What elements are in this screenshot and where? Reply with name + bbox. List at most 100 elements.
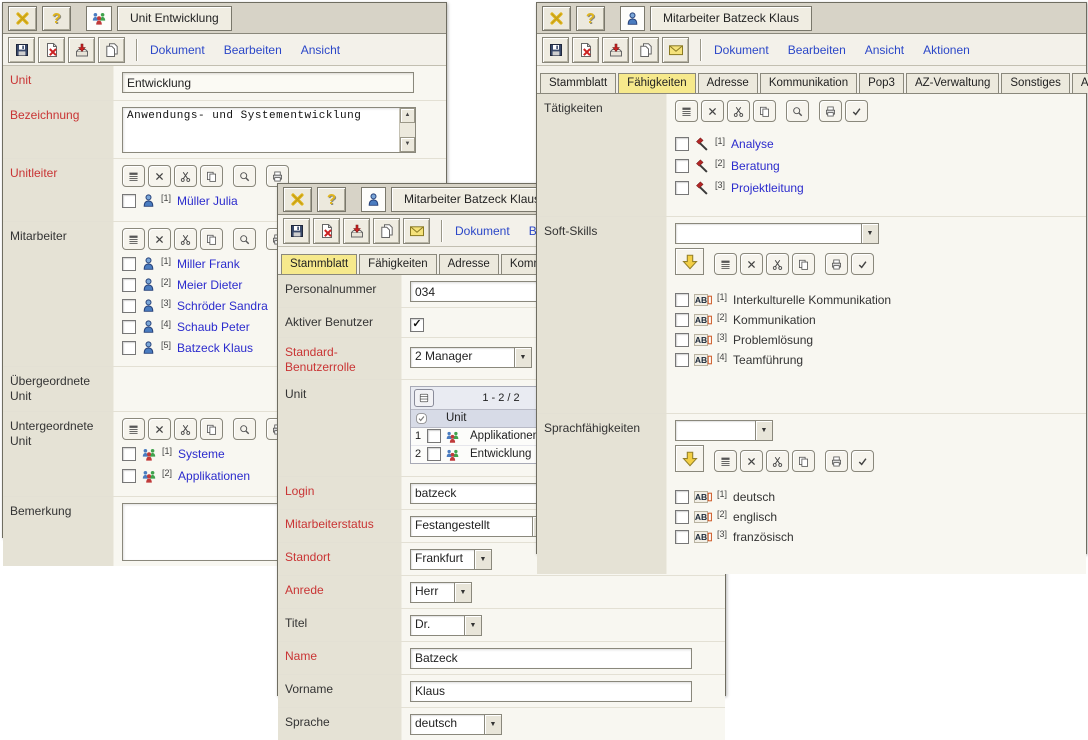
cut-button[interactable] bbox=[174, 418, 197, 440]
item-label[interactable]: Teamführung bbox=[733, 353, 803, 367]
item-label[interactable]: deutsch bbox=[733, 490, 775, 504]
print-button[interactable] bbox=[819, 100, 842, 122]
help-button[interactable]: ? bbox=[42, 6, 71, 31]
item-checkbox[interactable] bbox=[122, 299, 136, 313]
item-checkbox[interactable] bbox=[675, 159, 689, 173]
copy-button[interactable] bbox=[200, 165, 223, 187]
delete-button[interactable] bbox=[313, 218, 340, 244]
cut-button[interactable] bbox=[766, 450, 789, 472]
menu-ansicht[interactable]: Ansicht bbox=[301, 43, 340, 57]
cut-button[interactable] bbox=[727, 100, 750, 122]
chevron-down-icon[interactable]: ▼ bbox=[474, 550, 491, 569]
item-label[interactable]: französisch bbox=[733, 530, 794, 544]
remove-button[interactable] bbox=[701, 100, 724, 122]
item-checkbox[interactable] bbox=[122, 320, 136, 334]
cut-button[interactable] bbox=[174, 165, 197, 187]
delete-button[interactable] bbox=[572, 37, 599, 63]
soft-skills-select[interactable]: ▼ bbox=[675, 223, 879, 244]
titel-select[interactable]: Dr.▼ bbox=[410, 615, 482, 636]
scroll-down-icon[interactable]: ▼ bbox=[400, 137, 415, 152]
add-selected-button[interactable] bbox=[675, 445, 704, 472]
list-button[interactable] bbox=[122, 228, 145, 250]
chevron-down-icon[interactable]: ▼ bbox=[454, 583, 471, 602]
item-link[interactable]: Miller Frank bbox=[177, 257, 240, 271]
search-button[interactable] bbox=[233, 418, 256, 440]
menu-bearbeiten[interactable]: Bearbeiten bbox=[224, 43, 282, 57]
item-checkbox[interactable] bbox=[122, 194, 136, 208]
item-link[interactable]: Batzeck Klaus bbox=[177, 341, 253, 355]
item-checkbox[interactable] bbox=[675, 313, 689, 327]
scroll-up-icon[interactable]: ▲ bbox=[400, 108, 415, 123]
chevron-down-icon[interactable]: ▼ bbox=[755, 421, 772, 440]
list-button[interactable] bbox=[675, 100, 698, 122]
tab-pop3[interactable]: Pop3 bbox=[859, 73, 904, 93]
tab-kommunikation[interactable]: Kommunikation bbox=[760, 73, 857, 93]
anrede-select[interactable]: Herr▼ bbox=[410, 582, 472, 603]
chevron-down-icon[interactable]: ▼ bbox=[514, 348, 531, 367]
benutzerrolle-select[interactable]: 2 Manager▼ bbox=[410, 347, 532, 368]
save-button[interactable] bbox=[283, 218, 310, 244]
list-button[interactable] bbox=[714, 253, 737, 275]
tab-faehigkeiten[interactable]: Fähigkeiten bbox=[359, 254, 436, 274]
standort-select[interactable]: Frankfurt▼ bbox=[410, 549, 492, 570]
menu-dokument[interactable]: Dokument bbox=[714, 43, 769, 57]
sprache-select[interactable]: deutsch▼ bbox=[410, 714, 502, 735]
row-checkbox[interactable] bbox=[427, 429, 441, 443]
print-button[interactable] bbox=[825, 450, 848, 472]
item-checkbox[interactable] bbox=[122, 257, 136, 271]
close-button[interactable] bbox=[542, 6, 571, 31]
table-list-button[interactable] bbox=[414, 389, 434, 407]
item-checkbox[interactable] bbox=[675, 530, 689, 544]
close-button[interactable] bbox=[283, 187, 312, 212]
menu-dokument[interactable]: Dokument bbox=[455, 224, 510, 238]
item-link[interactable]: Schaub Peter bbox=[177, 320, 250, 334]
remove-button[interactable] bbox=[740, 450, 763, 472]
copy-button[interactable] bbox=[373, 218, 400, 244]
tab-adresse[interactable]: Adresse bbox=[439, 254, 499, 274]
row-label[interactable]: Entwicklung bbox=[464, 448, 531, 460]
search-button[interactable] bbox=[786, 100, 809, 122]
unit-input[interactable] bbox=[122, 72, 414, 93]
item-checkbox[interactable] bbox=[675, 333, 689, 347]
copy-button[interactable] bbox=[98, 37, 125, 63]
mail-button[interactable] bbox=[662, 37, 689, 63]
help-button[interactable]: ? bbox=[576, 6, 605, 31]
chevron-down-icon[interactable]: ▼ bbox=[464, 616, 481, 635]
cut-button[interactable] bbox=[766, 253, 789, 275]
check-button[interactable] bbox=[845, 100, 868, 122]
item-link[interactable]: Projektleitung bbox=[731, 181, 804, 195]
menu-ansicht[interactable]: Ansicht bbox=[865, 43, 904, 57]
search-button[interactable] bbox=[233, 165, 256, 187]
list-button[interactable] bbox=[122, 418, 145, 440]
remove-button[interactable] bbox=[148, 418, 171, 440]
save-button[interactable] bbox=[8, 37, 35, 63]
list-button[interactable] bbox=[714, 450, 737, 472]
save-button[interactable] bbox=[542, 37, 569, 63]
tab-faehigkeiten[interactable]: Fähigkeiten bbox=[618, 73, 695, 93]
menu-dokument[interactable]: Dokument bbox=[150, 43, 205, 57]
chevron-down-icon[interactable]: ▼ bbox=[484, 715, 501, 734]
close-button[interactable] bbox=[8, 6, 37, 31]
menu-bearbeiten[interactable]: Bearbeiten bbox=[788, 43, 846, 57]
tab-adresse[interactable]: Adresse bbox=[698, 73, 758, 93]
check-button[interactable] bbox=[851, 253, 874, 275]
item-checkbox[interactable] bbox=[122, 469, 136, 483]
menu-aktionen[interactable]: Aktionen bbox=[923, 43, 970, 57]
item-checkbox[interactable] bbox=[122, 447, 136, 461]
copy-button[interactable] bbox=[632, 37, 659, 63]
help-button[interactable]: ? bbox=[317, 187, 346, 212]
copy-button[interactable] bbox=[792, 253, 815, 275]
list-button[interactable] bbox=[122, 165, 145, 187]
remove-button[interactable] bbox=[740, 253, 763, 275]
import-button[interactable] bbox=[68, 37, 95, 63]
item-link[interactable]: Applikationen bbox=[178, 469, 250, 483]
item-link[interactable]: Beratung bbox=[731, 159, 780, 173]
mail-button[interactable] bbox=[403, 218, 430, 244]
tab-stammblatt[interactable]: Stammblatt bbox=[540, 73, 616, 93]
row-checkbox[interactable] bbox=[427, 447, 441, 461]
print-button[interactable] bbox=[825, 253, 848, 275]
item-checkbox[interactable] bbox=[675, 181, 689, 195]
item-link[interactable]: Müller Julia bbox=[177, 194, 238, 208]
remove-button[interactable] bbox=[148, 228, 171, 250]
tab-stammblatt[interactable]: Stammblatt bbox=[281, 254, 357, 274]
